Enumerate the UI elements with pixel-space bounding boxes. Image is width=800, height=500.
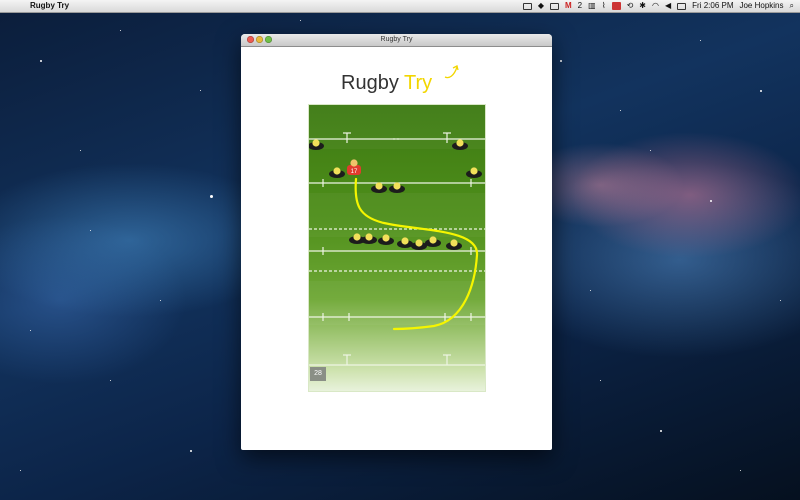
defender-player[interactable] [389, 182, 405, 193]
move-counter: 28 [310, 367, 326, 381]
status-area: ◆ M 2 ▥ ⌇ ⟲ ✱ ◠ ◀ Fri 2:06 PM Joe Hopkin… [522, 0, 800, 12]
star [20, 470, 21, 471]
pitch-markings[interactable]: 17 [309, 105, 485, 391]
star [300, 20, 301, 21]
star [780, 300, 781, 301]
star [710, 200, 712, 202]
star [650, 150, 651, 151]
app-menu-name[interactable]: Rugby Try [30, 0, 69, 12]
star [30, 330, 31, 331]
defender-player[interactable] [411, 239, 427, 250]
defender-player[interactable] [466, 167, 482, 178]
star [200, 90, 201, 91]
star [560, 60, 562, 62]
battery-status-icon[interactable] [677, 2, 687, 10]
window-titlebar[interactable]: Rugby Try [241, 34, 552, 47]
star [90, 230, 91, 231]
window-title: Rugby Try [380, 36, 413, 43]
activity-icon[interactable]: ▥ [588, 0, 596, 12]
time-machine-icon[interactable]: ⟲ [627, 0, 634, 12]
defender-player[interactable] [446, 239, 462, 250]
player-number: 17 [351, 169, 358, 175]
star [700, 40, 701, 41]
star [740, 470, 741, 471]
star [160, 300, 161, 301]
gmail-icon[interactable]: M [565, 0, 572, 12]
bluetooth-icon[interactable]: ✱ [639, 0, 646, 12]
rugby-pitch[interactable]: 17 28 [308, 104, 486, 392]
star [190, 450, 192, 452]
star [110, 380, 111, 381]
star [40, 60, 42, 62]
gmail-count: 2 [577, 1, 583, 10]
logo-arrow-icon [444, 65, 459, 79]
vpn-icon[interactable] [611, 2, 621, 10]
volume-icon[interactable]: ◀ [665, 0, 671, 12]
star [660, 430, 662, 432]
star [80, 150, 81, 151]
menu-bar: Rugby Try ◆ M 2 ▥ ⌇ ⟲ ✱ ◠ ◀ Fri 2:06 PM … [0, 0, 800, 13]
logo-word-try: Try [404, 72, 433, 94]
clock[interactable]: Fri 2:06 PM [692, 0, 733, 12]
game-logo: Rugby Try [341, 65, 459, 95]
star [620, 110, 621, 111]
user-menu[interactable]: Joe Hopkins [739, 0, 783, 12]
defender-player[interactable] [425, 236, 441, 247]
logo-word-rugby: Rugby [341, 72, 399, 94]
script-icon[interactable]: ⌇ [602, 0, 606, 12]
star [120, 30, 121, 31]
dropbox-icon[interactable]: ◆ [538, 0, 544, 12]
app-window: Rugby Try Rugby Try 17 28 [241, 34, 552, 450]
spotlight-icon[interactable]: ⌕ [790, 0, 794, 12]
display-icon[interactable] [550, 2, 559, 10]
defender-player[interactable] [329, 167, 345, 178]
star [600, 380, 601, 381]
attacker-player[interactable]: 17 [347, 159, 361, 175]
defender-player[interactable] [397, 237, 413, 248]
star [590, 290, 591, 291]
wifi-icon[interactable]: ◠ [652, 0, 659, 12]
battery-icon[interactable] [522, 2, 532, 10]
star [760, 90, 762, 92]
star [210, 195, 213, 198]
defender-player[interactable] [371, 182, 387, 193]
